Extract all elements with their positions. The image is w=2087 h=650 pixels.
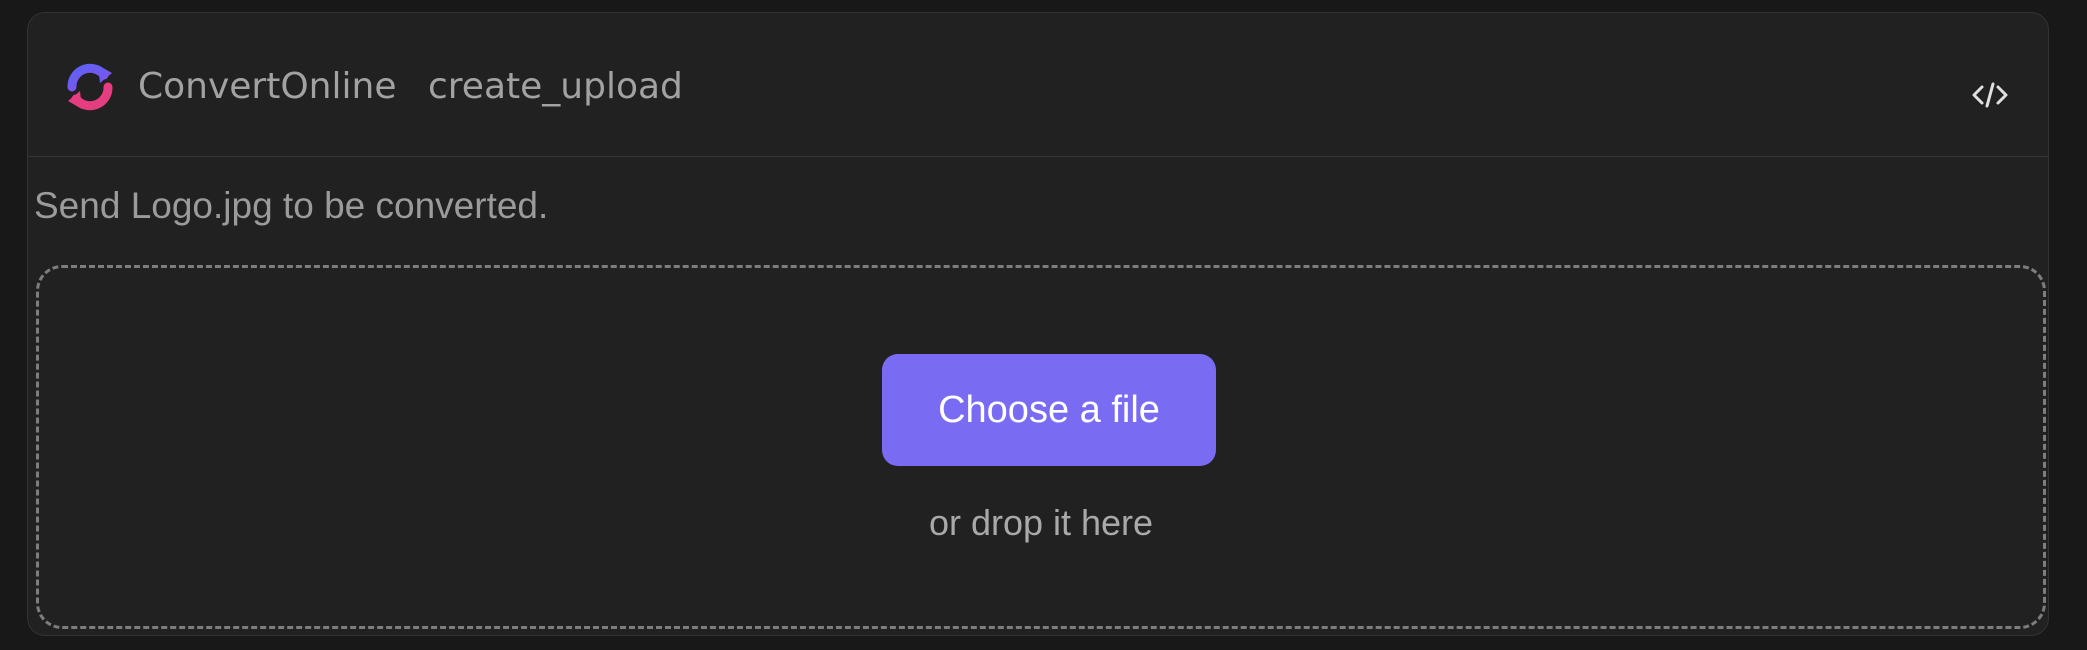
code-brackets-icon[interactable] (1970, 77, 2010, 113)
tool-card: ConvertOnline create_upload Send Logo.jp… (27, 12, 2049, 636)
choose-file-button[interactable]: Choose a file (882, 354, 1216, 466)
file-dropzone[interactable]: Choose a file or drop it here (36, 265, 2046, 629)
tool-header: ConvertOnline create_upload (28, 13, 2048, 157)
app-name: ConvertOnline (138, 66, 397, 107)
drop-hint: or drop it here (928, 502, 1154, 543)
convert-refresh-icon (67, 63, 113, 111)
tool-name: create_upload (428, 66, 683, 107)
tool-description: Send Logo.jpg to be converted. (34, 185, 549, 226)
